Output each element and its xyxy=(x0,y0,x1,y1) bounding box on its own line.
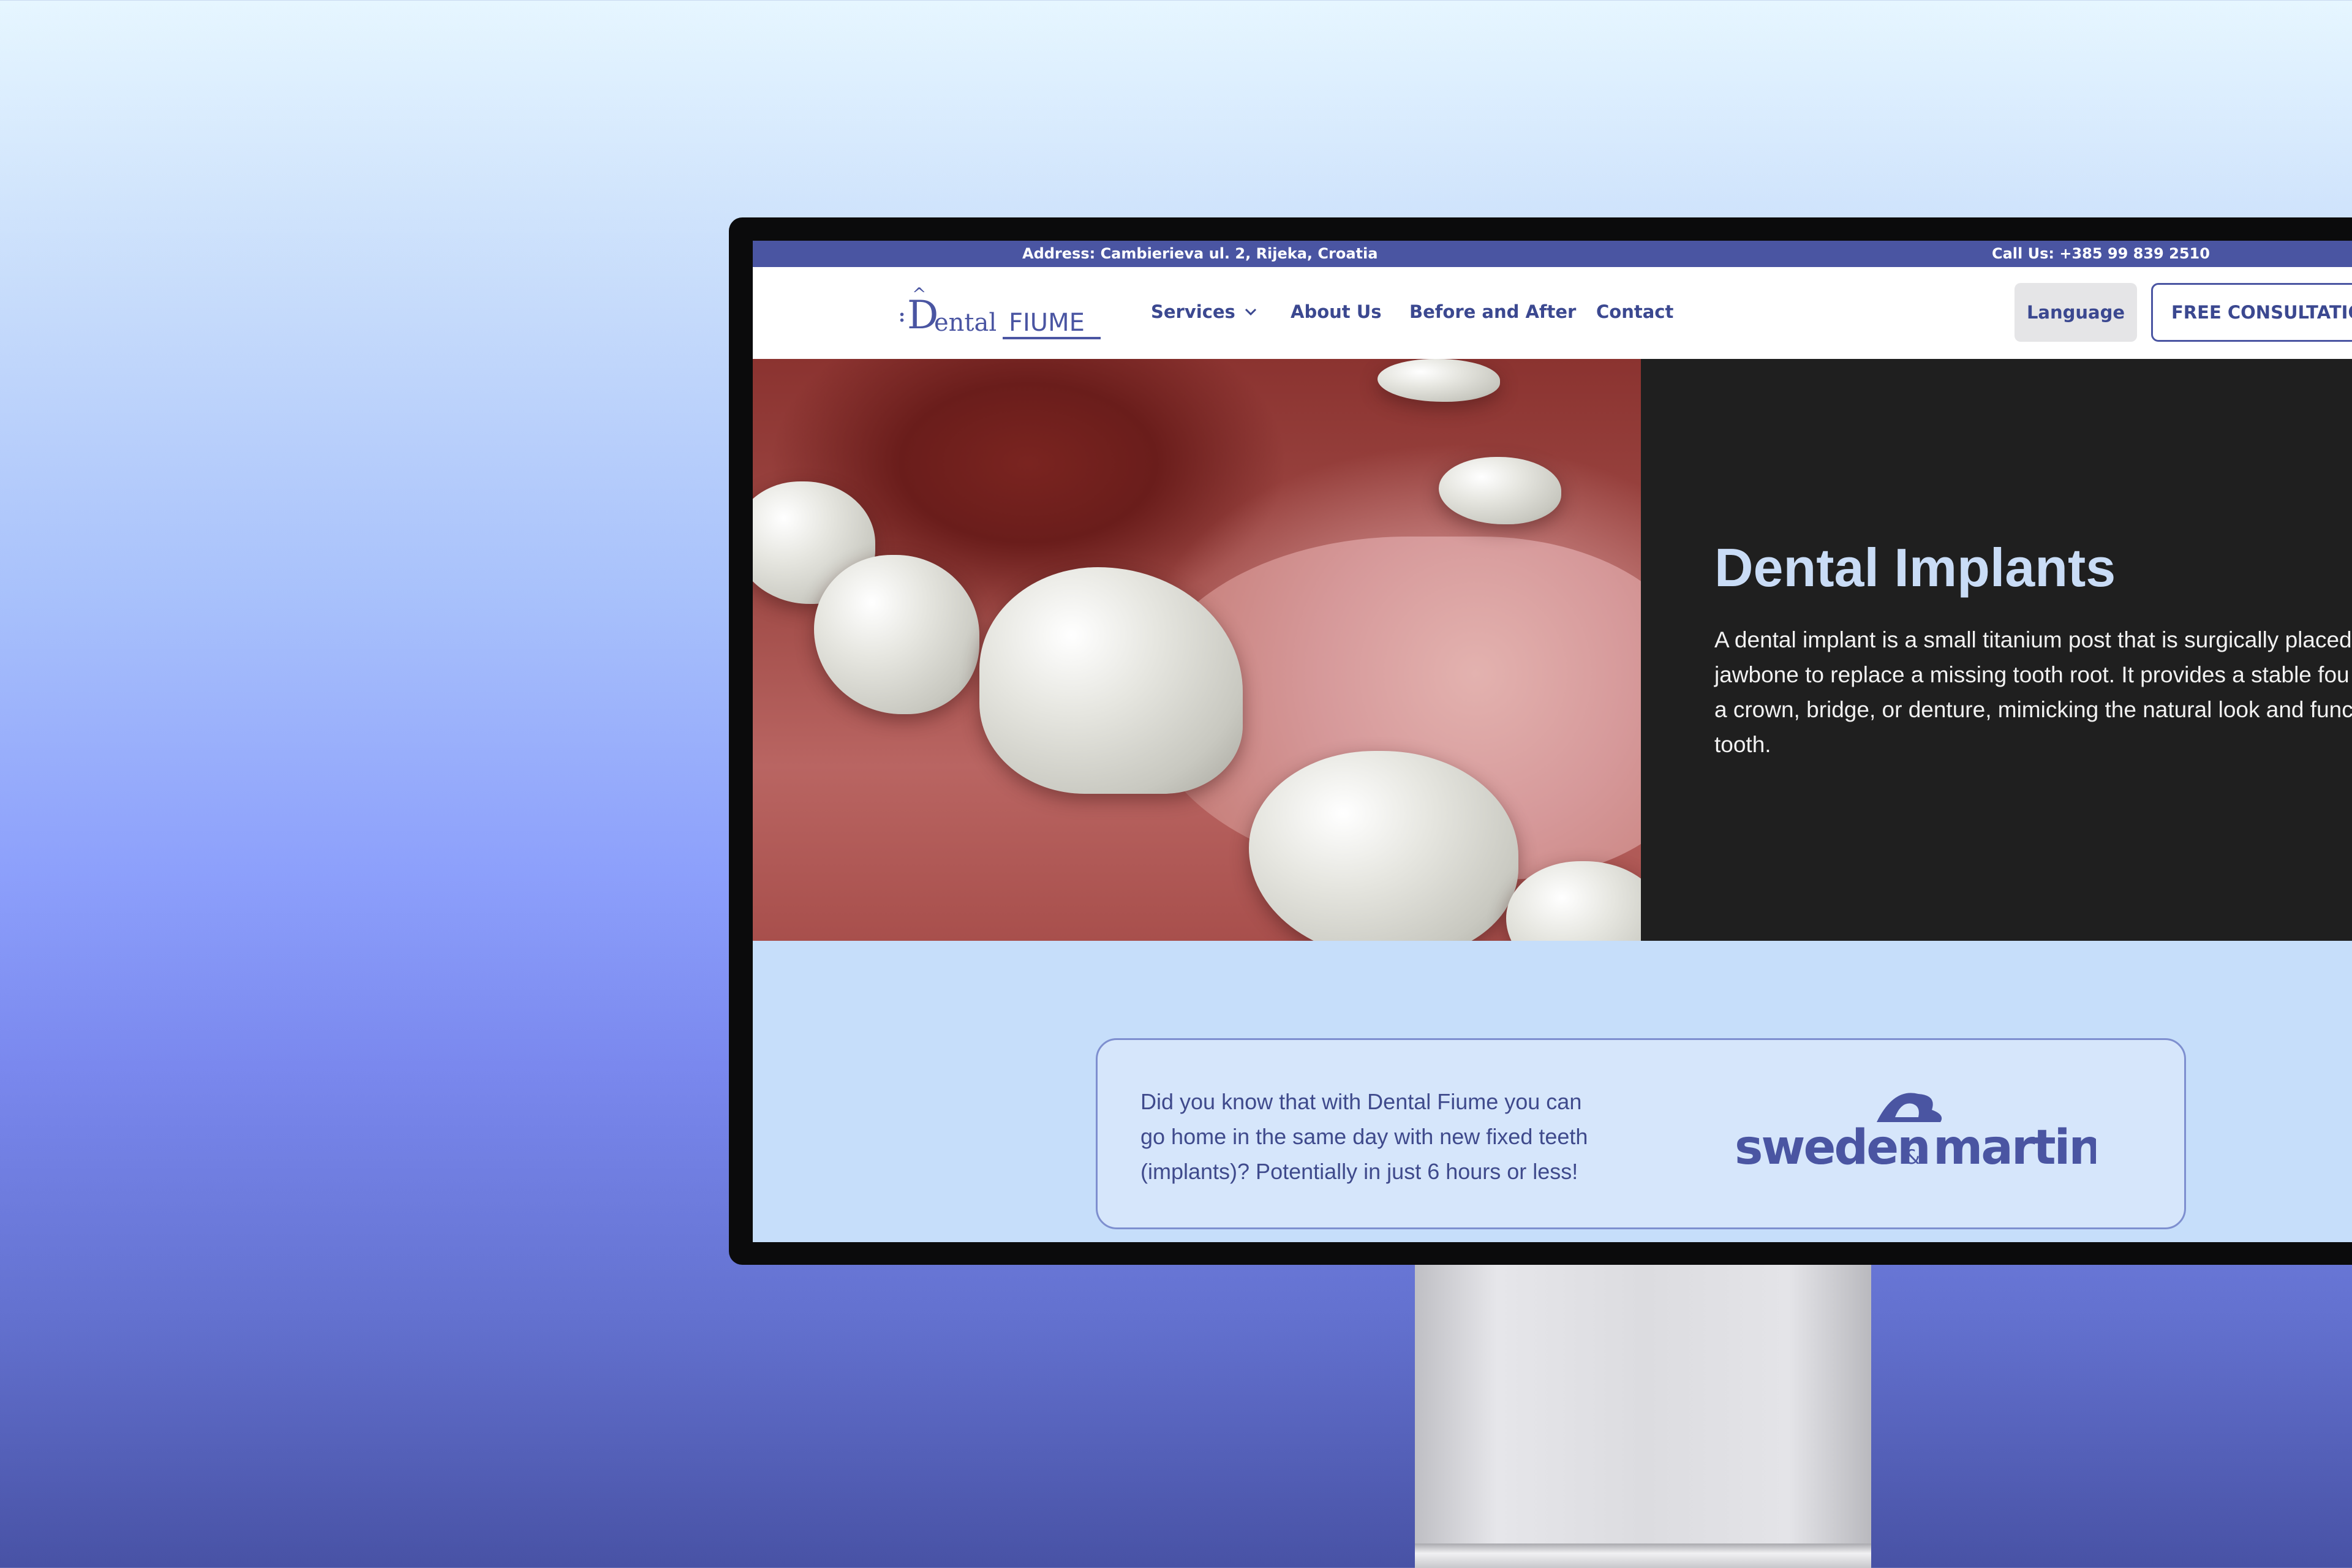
tooth-shape xyxy=(1378,359,1500,402)
hero-text-panel: Dental Implants A dental implant is a sm… xyxy=(1641,359,2352,941)
free-consultation-button[interactable]: FREE CONSULTATION xyxy=(2151,283,2352,342)
svg-text:&: & xyxy=(1905,1145,1920,1169)
nav-about-us[interactable]: About Us xyxy=(1291,301,1382,322)
sweden-martina-logo: sweden & martina xyxy=(1735,1093,2096,1175)
tooth-shape xyxy=(814,555,979,714)
hero-line: tooth. xyxy=(1714,732,1771,757)
tooth-shape xyxy=(1439,457,1561,524)
hero-line: A dental implant is a small titanium pos… xyxy=(1714,627,2352,652)
hero-title: Dental Implants xyxy=(1714,537,2116,598)
contact-topbar: Address: Cambierieva ul. 2, Rijeka, Croa… xyxy=(753,241,2352,267)
svg-text:sweden: sweden xyxy=(1735,1120,1929,1175)
main-navigation: : ^ D ental FIUME Services About Us Befo… xyxy=(753,267,2352,359)
card-line: Did you know that with Dental Fiume you … xyxy=(1140,1089,1582,1114)
nav-contact[interactable]: Contact xyxy=(1596,301,1673,322)
hero-line: a crown, bridge, or denture, mimicking t… xyxy=(1714,697,2352,722)
svg-text:martina: martina xyxy=(1933,1120,2096,1175)
chevron-down-icon[interactable] xyxy=(1243,304,1259,320)
nav-services[interactable]: Services xyxy=(1151,301,1235,322)
language-button[interactable]: Language xyxy=(2015,283,2137,342)
same-day-implants-card: Did you know that with Dental Fiume you … xyxy=(1096,1038,2186,1229)
monitor-stand xyxy=(1415,1262,1871,1568)
card-line: go home in the same day with new fixed t… xyxy=(1140,1124,1588,1149)
address-text: Address: Cambierieva ul. 2, Rijeka, Croa… xyxy=(1022,245,1378,262)
website-screen: Address: Cambierieva ul. 2, Rijeka, Croa… xyxy=(753,241,2352,1242)
nav-before-after[interactable]: Before and After xyxy=(1409,301,1576,322)
hero-line: jawbone to replace a missing tooth root.… xyxy=(1714,662,2350,687)
phone-link[interactable]: Call Us: +385 99 839 2510 xyxy=(1992,245,2210,262)
dental-fiume-logo[interactable]: : ^ D ental FIUME xyxy=(899,284,1107,339)
card-line: (implants)? Potentially in just 6 hours … xyxy=(1140,1159,1578,1184)
hero-description: A dental implant is a small titanium pos… xyxy=(1714,622,2352,762)
dental-implant-image xyxy=(753,359,1641,941)
card-text: Did you know that with Dental Fiume you … xyxy=(1140,1084,1630,1189)
